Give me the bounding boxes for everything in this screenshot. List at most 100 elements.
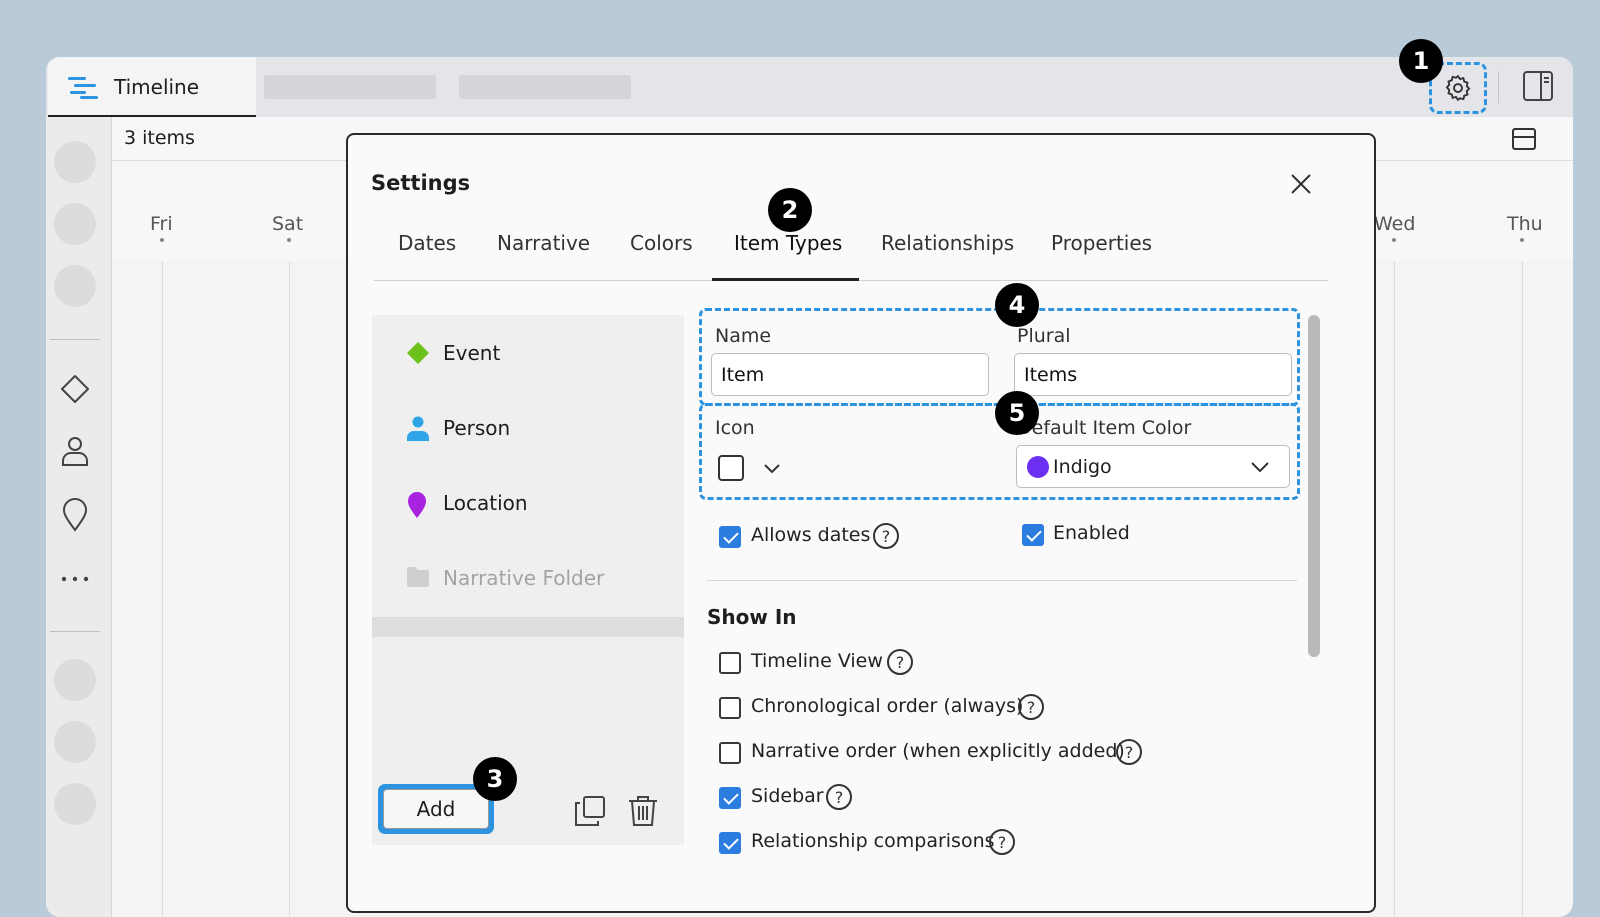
sidebar-label: Sidebar: [751, 785, 824, 807]
tab-dates[interactable]: Dates: [398, 231, 456, 255]
item-type-label: Location: [443, 491, 528, 515]
color-swatch: [1027, 456, 1049, 478]
step-badge: 3: [473, 757, 517, 801]
tab-timeline-label: Timeline: [114, 75, 200, 99]
tab-narrative[interactable]: Narrative: [497, 231, 590, 255]
help-icon[interactable]: ?: [826, 784, 852, 810]
narrative-order-checkbox[interactable]: [719, 742, 741, 764]
trash-icon[interactable]: [628, 795, 658, 827]
duplicate-icon[interactable]: [574, 795, 606, 827]
day-tick: [1392, 238, 1396, 242]
tab-properties[interactable]: Properties: [1051, 231, 1152, 255]
panel-toggle-icon[interactable]: [1522, 70, 1554, 102]
sidebar-divider: [50, 631, 100, 632]
relationship-comparisons-label: Relationship comparisons: [751, 830, 995, 852]
item-type-location[interactable]: Location: [372, 465, 684, 539]
timeline-view-label: Timeline View: [751, 650, 883, 672]
close-icon[interactable]: [1290, 173, 1312, 195]
step-badge: 4: [995, 283, 1039, 327]
icon-preview-box: [718, 455, 744, 481]
plural-label: Plural: [1017, 325, 1071, 347]
help-icon[interactable]: ?: [989, 829, 1015, 855]
enabled-checkbox[interactable]: [1022, 524, 1044, 546]
avatar-placeholder: [54, 141, 96, 183]
day-label: Fri: [150, 213, 173, 235]
day-label: Thu: [1507, 213, 1543, 235]
item-type-event[interactable]: Event: [372, 315, 684, 389]
tab-timeline[interactable]: Timeline: [48, 57, 256, 117]
icon-label: Icon: [715, 417, 755, 439]
help-icon[interactable]: ?: [887, 649, 913, 675]
timeline-icon: [68, 77, 98, 99]
item-type-list: Event Person Location Narrative Folder: [372, 315, 684, 845]
color-value: Indigo: [1053, 456, 1112, 478]
person-icon: [407, 416, 429, 441]
avatar-placeholder: [54, 721, 96, 763]
scrollbar[interactable]: [1308, 315, 1320, 657]
enabled-label: Enabled: [1053, 522, 1130, 544]
step-badge: 2: [768, 188, 812, 232]
default-color-select[interactable]: Indigo: [1016, 445, 1290, 488]
avatar-placeholder: [54, 265, 96, 307]
grid-line: [289, 261, 290, 917]
toolbar-divider: [1498, 71, 1499, 103]
pin-icon: [408, 492, 426, 518]
day-tick: [160, 238, 164, 242]
sidebar-divider: [50, 339, 100, 340]
timeline-view-checkbox[interactable]: [719, 652, 741, 674]
icon-select[interactable]: [718, 455, 780, 483]
item-type-narrative-folder[interactable]: Narrative Folder: [372, 540, 684, 614]
allows-dates-label: Allows dates: [751, 524, 871, 546]
item-type-label: Narrative Folder: [443, 566, 605, 590]
tab-colors[interactable]: Colors: [630, 231, 693, 255]
top-bar: Timeline: [46, 57, 1573, 117]
plural-field[interactable]: [1014, 353, 1292, 396]
grid-line: [162, 261, 163, 917]
grid-line: [1522, 261, 1523, 917]
add-button-label: Add: [383, 789, 489, 829]
list-separator: [372, 617, 684, 637]
settings-tabs: Dates Narrative Colors Item Types Relati…: [374, 215, 1328, 281]
day-tick: [287, 238, 291, 242]
chronological-order-label: Chronological order (always): [751, 695, 1024, 717]
step-badge: 5: [995, 391, 1039, 435]
item-type-label: Event: [443, 341, 501, 365]
relationship-comparisons-checkbox[interactable]: [719, 832, 741, 854]
default-color-label: Default Item Color: [1017, 417, 1192, 439]
grid-line: [1394, 261, 1395, 917]
section-divider: [707, 580, 1297, 581]
left-sidebar: [46, 117, 112, 917]
name-field[interactable]: [711, 353, 989, 396]
help-icon[interactable]: ?: [873, 523, 899, 549]
active-tab-indicator: [712, 278, 859, 281]
more-icon[interactable]: [60, 575, 90, 583]
day-label: Wed: [1374, 213, 1416, 235]
day-tick: [1520, 238, 1524, 242]
help-icon[interactable]: ?: [1116, 739, 1142, 765]
placeholder-tab: [264, 75, 436, 99]
allows-dates-checkbox[interactable]: [719, 526, 741, 548]
chronological-order-checkbox[interactable]: [719, 697, 741, 719]
show-in-title: Show In: [707, 605, 797, 629]
diamond-icon[interactable]: [60, 374, 90, 404]
sidebar-checkbox[interactable]: [719, 787, 741, 809]
chevron-down-icon: [764, 464, 780, 474]
collapse-icon[interactable]: [1512, 128, 1536, 150]
item-type-label: Person: [443, 416, 511, 440]
tab-relationships[interactable]: Relationships: [881, 231, 1014, 255]
avatar-placeholder: [54, 783, 96, 825]
gear-icon: [1445, 74, 1471, 102]
tab-item-types[interactable]: Item Types: [734, 231, 842, 255]
avatar-placeholder: [54, 659, 96, 701]
step-badge: 1: [1399, 39, 1443, 83]
avatar-placeholder: [54, 203, 96, 245]
folder-icon: [407, 567, 429, 587]
person-icon[interactable]: [60, 435, 90, 467]
diamond-icon: [407, 342, 429, 364]
help-icon[interactable]: ?: [1018, 694, 1044, 720]
narrative-order-label: Narrative order (when explicitly added): [751, 740, 1125, 762]
item-count: 3 items: [124, 127, 195, 149]
location-pin-icon[interactable]: [60, 498, 90, 532]
placeholder-tab: [459, 75, 631, 99]
item-type-person[interactable]: Person: [372, 390, 684, 464]
